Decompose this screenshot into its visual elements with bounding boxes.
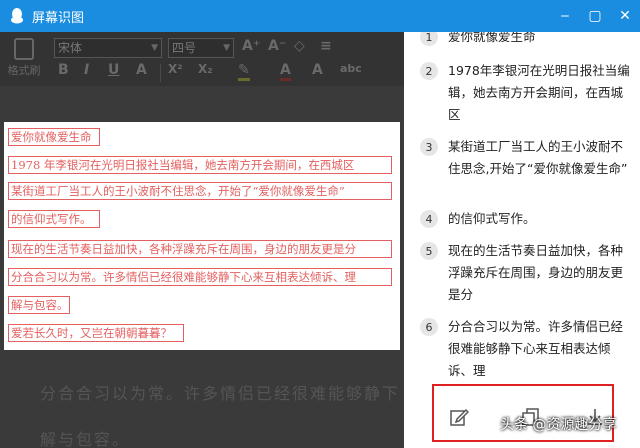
ocr-text-box: 的信仰式写作。 xyxy=(8,210,100,228)
font-size-value: 四号 xyxy=(172,41,197,55)
subscript-button[interactable]: X₂ xyxy=(198,62,213,76)
result-number: 1 xyxy=(420,32,438,46)
ocr-text-box: 爱若长久时，又岂在朝朝暮暮？ xyxy=(8,324,184,342)
result-text: 1978年李银河在光明日报社当编辑，她去南方开会期间，在西城区 xyxy=(448,63,630,122)
qq-penguin-icon xyxy=(8,7,26,25)
maximize-button[interactable]: ▢ xyxy=(580,0,610,32)
highlight-button[interactable]: ✎ xyxy=(238,62,250,81)
ocr-text-box: 解与包容。 xyxy=(8,296,70,314)
grow-font-button[interactable]: A⁺ xyxy=(242,38,260,54)
result-item[interactable]: 5 现在的生活节奏日益加快，各种浮躁充斥在周围，身边的朋友更是分 xyxy=(420,240,632,306)
char-border-button[interactable]: abc xyxy=(340,62,362,75)
result-item[interactable]: 1 爱你就像爱生命 xyxy=(420,32,632,48)
superscript-button[interactable]: X² xyxy=(168,62,183,76)
clear-format-button[interactable]: ◇ xyxy=(294,38,305,54)
result-item[interactable]: 2 1978年李银河在光明日报社当编辑，她去南方开会期间，在西城区 xyxy=(420,60,632,126)
result-number: 6 xyxy=(420,318,438,336)
result-number: 4 xyxy=(420,210,438,228)
ocr-text-box: 1978 年李银河在光明日报社当编辑，她去南方开会期间，在西城区 xyxy=(8,156,392,174)
highlighter-icon: ✎ xyxy=(238,62,250,81)
bold-button[interactable]: B xyxy=(58,62,69,78)
ocr-text-box: 分合合习以为常。许多情侣已经很难能够静下心来互相表达倾诉、理 xyxy=(8,268,392,286)
chevron-down-icon: ▼ xyxy=(151,43,158,53)
result-number: 3 xyxy=(420,138,438,156)
font-size-select[interactable]: 四号 ▼ xyxy=(168,38,234,58)
window-titlebar: 屏幕识图 ‒ ▢ ✕ xyxy=(0,0,640,32)
result-item[interactable]: 6 分合合习以为常。许多情侣已经很难能够静下心来互相表达倾诉、理 xyxy=(420,316,632,382)
phonetic-button[interactable]: ≡ xyxy=(320,38,332,54)
result-number: 5 xyxy=(420,242,438,260)
result-number: 2 xyxy=(420,62,438,80)
result-item[interactable]: 3 某街道工厂当工人的王小波耐不住思念,开始了“爱你就像爱生命” xyxy=(420,136,632,180)
italic-button[interactable]: I xyxy=(84,62,89,78)
result-text: 某街道工厂当工人的王小波耐不住思念,开始了“爱你就像爱生命” xyxy=(448,139,628,176)
window-controls: ‒ ▢ ✕ xyxy=(550,0,640,32)
document-text-line: 分合合习以为常。许多情侣已经很难能够静下 xyxy=(40,384,401,403)
strikethrough-button[interactable]: A xyxy=(136,62,147,78)
font-name-value: 宋体 xyxy=(58,41,83,55)
ocr-text-box: 爱你就像爱生命 xyxy=(8,128,100,146)
ocr-text-box: 现在的生活节奏日益加快，各种浮躁充斥在周围，身边的朋友更是分 xyxy=(8,240,392,258)
underline-button[interactable]: U xyxy=(108,62,119,78)
font-name-select[interactable]: 宋体 ▼ xyxy=(54,38,162,58)
format-painter-button[interactable]: 格式刷 xyxy=(4,36,44,82)
editor-toolbar: 格式刷 宋体 ▼ 四号 ▼ A⁺ A⁻ ◇ ≡ B I U A X² X₂ ✎ … xyxy=(0,32,404,86)
format-painter-label: 格式刷 xyxy=(7,64,41,77)
edit-icon[interactable] xyxy=(448,406,470,428)
watermark: 头条 @资源趣分享 xyxy=(500,417,617,433)
window-title: 屏幕识图 xyxy=(32,10,85,26)
minimize-button[interactable]: ‒ xyxy=(550,0,580,32)
font-color-button[interactable]: A xyxy=(280,62,291,81)
ocr-text-box: 某街道工厂当工人的王小波耐不住思念，开始了“爱你就像爱生命” xyxy=(8,182,392,200)
document-text-line: 解与包容。 xyxy=(40,430,131,448)
chevron-down-icon: ▼ xyxy=(223,43,230,53)
shrink-font-button[interactable]: A⁻ xyxy=(268,38,286,54)
result-text: 的信仰式写作。 xyxy=(448,211,536,226)
close-button[interactable]: ✕ xyxy=(610,0,640,32)
text-effect-button[interactable]: A xyxy=(312,62,323,78)
result-item[interactable]: 4 的信仰式写作。 xyxy=(420,208,632,230)
result-text: 现在的生活节奏日益加快，各种浮躁充斥在周围，身边的朋友更是分 xyxy=(448,243,624,302)
result-text: 分合合习以为常。许多情侣已经很难能够静下心来互相表达倾诉、理 xyxy=(448,319,624,378)
document-editor: 格式刷 宋体 ▼ 四号 ▼ A⁺ A⁻ ◇ ≡ B I U A X² X₂ ✎ … xyxy=(0,32,404,448)
brush-icon xyxy=(14,38,34,60)
captured-image: 爱你就像爱生命 1978 年李银河在光明日报社当编辑，她去南方开会期间，在西城区… xyxy=(4,122,400,350)
toolbar-divider xyxy=(160,64,161,82)
result-text: 爱你就像爱生命 xyxy=(448,32,536,44)
